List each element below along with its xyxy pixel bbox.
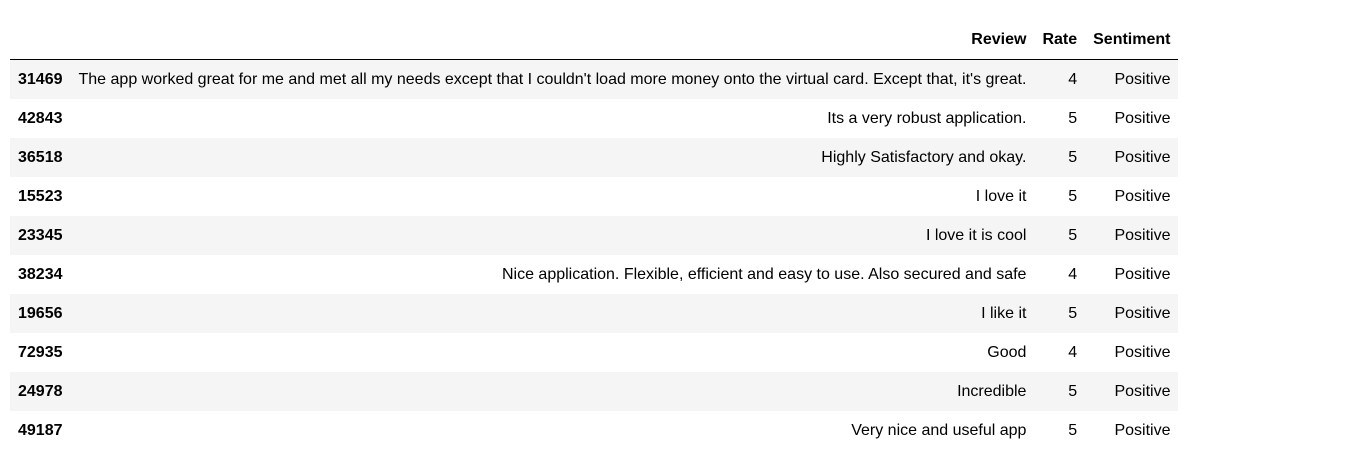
table-row: 15523 I love it 5 Positive: [10, 177, 1179, 216]
table-header: Review Rate Sentiment: [10, 20, 1179, 60]
table-row: 31469 The app worked great for me and me…: [10, 59, 1179, 99]
rate-cell: 4: [1068, 344, 1078, 361]
review-cell: Highly Satisfactory and okay.: [821, 149, 1027, 166]
review-cell: Good: [987, 344, 1027, 361]
rate-cell: 5: [1068, 383, 1078, 400]
rate-cell: 5: [1068, 110, 1078, 127]
rate-cell: 5: [1068, 149, 1078, 166]
table-body: 31469 The app worked great for me and me…: [10, 59, 1179, 450]
row-index: 49187: [18, 422, 63, 439]
row-index: 38234: [18, 266, 63, 283]
review-column-header: Review: [70, 20, 1035, 60]
sentiment-cell: Positive: [1114, 149, 1171, 166]
sentiment-cell: Positive: [1114, 422, 1171, 439]
reviews-table: Review Rate Sentiment 31469 The app work…: [10, 20, 1179, 450]
review-cell: Very nice and useful app: [851, 422, 1027, 439]
review-cell: Its a very robust application.: [827, 110, 1027, 127]
table-row: 49187 Very nice and useful app 5 Positiv…: [10, 411, 1179, 450]
row-index: 15523: [18, 188, 63, 205]
row-index: 24978: [18, 383, 63, 400]
review-cell: Nice application. Flexible, efficient an…: [501, 266, 1027, 283]
dataframe-output: Review Rate Sentiment 31469 The app work…: [10, 20, 1179, 450]
sentiment-cell: Positive: [1114, 266, 1171, 283]
table-row: 19656 I like it 5 Positive: [10, 294, 1179, 333]
sentiment-cell: Positive: [1114, 227, 1171, 244]
rate-cell: 4: [1068, 266, 1078, 283]
rate-cell: 4: [1068, 71, 1078, 88]
sentiment-cell: Positive: [1114, 71, 1171, 88]
rate-cell: 5: [1068, 227, 1078, 244]
row-index: 72935: [18, 344, 63, 361]
review-cell: I like it: [981, 305, 1027, 322]
row-index: 42843: [18, 110, 63, 127]
review-cell: Incredible: [957, 383, 1027, 400]
review-cell: I love it is cool: [925, 227, 1027, 244]
table-row: 42843 Its a very robust application. 5 P…: [10, 99, 1179, 138]
rate-cell: 5: [1068, 422, 1078, 439]
review-cell: I love it: [975, 188, 1027, 205]
row-index: 36518: [18, 149, 63, 166]
sentiment-cell: Positive: [1114, 110, 1171, 127]
sentiment-cell: Positive: [1114, 344, 1171, 361]
table-row: 36518 Highly Satisfactory and okay. 5 Po…: [10, 138, 1179, 177]
index-header: [10, 20, 71, 60]
sentiment-cell: Positive: [1114, 383, 1171, 400]
rate-column-header: Rate: [1034, 20, 1086, 60]
row-index: 31469: [18, 71, 63, 88]
sentiment-cell: Positive: [1114, 305, 1171, 322]
table-row: 72935 Good 4 Positive: [10, 333, 1179, 372]
sentiment-column-header: Sentiment: [1085, 20, 1179, 60]
row-index: 23345: [18, 227, 63, 244]
header-row: Review Rate Sentiment: [10, 20, 1179, 60]
row-index: 19656: [18, 305, 63, 322]
review-cell: The app worked great for me and met all …: [78, 71, 1027, 88]
table-row: 23345 I love it is cool 5 Positive: [10, 216, 1179, 255]
sentiment-cell: Positive: [1114, 188, 1171, 205]
table-row: 24978 Incredible 5 Positive: [10, 372, 1179, 411]
table-row: 38234 Nice application. Flexible, effici…: [10, 255, 1179, 294]
rate-cell: 5: [1068, 188, 1078, 205]
rate-cell: 5: [1068, 305, 1078, 322]
